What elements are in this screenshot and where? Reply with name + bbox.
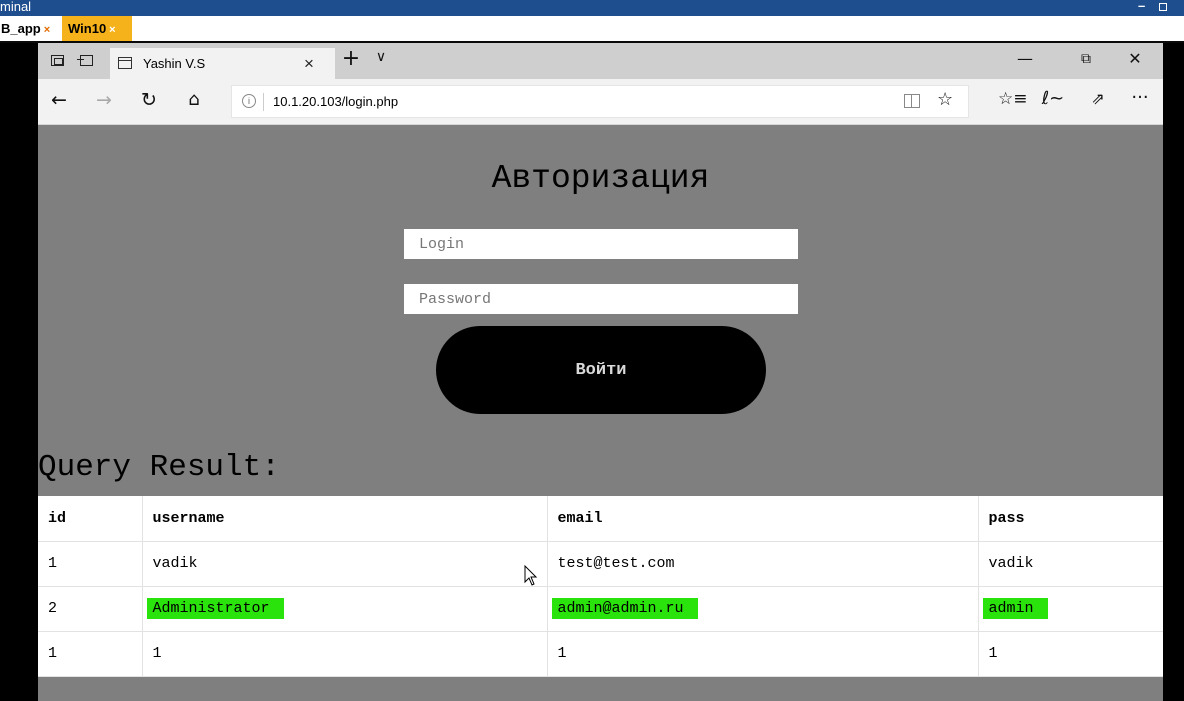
cell-username: Administrator bbox=[142, 586, 548, 632]
page-title: Авторизация bbox=[491, 160, 710, 197]
terminal-titlebar: minal – bbox=[0, 0, 1184, 16]
tab-preview-icon[interactable] bbox=[51, 55, 64, 66]
forward-icon[interactable]: → bbox=[92, 89, 116, 111]
browser-tab-active[interactable]: Yashin V.S × bbox=[110, 48, 335, 79]
close-window-button[interactable]: ✕ bbox=[1120, 49, 1150, 68]
cell-pass: admin bbox=[978, 586, 1163, 632]
address-bar[interactable]: i 10.1.20.103/login.php ☆ bbox=[231, 85, 969, 118]
home-icon[interactable]: ⌂ bbox=[182, 89, 206, 110]
terminal-tab-win10[interactable]: Win10 × bbox=[62, 16, 132, 41]
query-result-title: Query Result: bbox=[38, 450, 280, 485]
cell-id: 1 bbox=[38, 631, 143, 677]
chevron-down-icon[interactable]: ∨ bbox=[371, 49, 391, 65]
minimize-button[interactable]: — bbox=[1010, 49, 1040, 68]
new-tab-button[interactable]: + bbox=[338, 46, 364, 71]
tab-close-icon[interactable]: × bbox=[304, 48, 314, 79]
cell-email: 1 bbox=[547, 631, 979, 677]
divider bbox=[263, 93, 264, 111]
info-icon[interactable]: i bbox=[242, 94, 256, 108]
column-header-email: email bbox=[547, 496, 979, 542]
refresh-icon[interactable]: ↻ bbox=[137, 89, 161, 111]
terminal-minimize-button[interactable]: – bbox=[1138, 0, 1145, 14]
table-row: 1 vadik test@test.com vadik bbox=[38, 541, 1163, 587]
back-icon[interactable]: ← bbox=[47, 89, 71, 111]
column-header-pass: pass bbox=[978, 496, 1163, 542]
cell-pass: vadik bbox=[978, 541, 1163, 587]
page-content: Авторизация Войти Query Result: id usern… bbox=[38, 125, 1163, 701]
browser-navbar: ← → ↻ ⌂ i 10.1.20.103/login.php ☆ ☆≡ ℓ~ … bbox=[38, 79, 1163, 125]
cell-username: vadik bbox=[142, 541, 548, 587]
password-input[interactable] bbox=[404, 284, 798, 314]
highlighted-email: admin@admin.ru bbox=[551, 598, 698, 619]
login-input[interactable] bbox=[404, 229, 798, 259]
table-row: 1 1 1 1 bbox=[38, 631, 1163, 677]
cell-email: test@test.com bbox=[547, 541, 979, 587]
terminal-tab-label: B_app bbox=[1, 21, 41, 36]
terminal-maximize-button[interactable] bbox=[1159, 3, 1167, 11]
page-icon bbox=[118, 57, 132, 69]
set-tabs-aside-icon[interactable] bbox=[77, 55, 93, 66]
terminal-tab-close-icon[interactable]: × bbox=[44, 24, 50, 36]
browser-window: Yashin V.S × + ∨ — ⧉ ✕ ← → ↻ ⌂ i 10.1.20… bbox=[38, 43, 1163, 701]
browser-tabbar: Yashin V.S × + ∨ — ⧉ ✕ bbox=[38, 43, 1163, 79]
results-table: id username email pass 1 vadik test@test… bbox=[38, 496, 1163, 677]
favorites-icon[interactable]: ☆≡ bbox=[998, 89, 1027, 109]
terminal-tab-label: Win10 bbox=[68, 21, 107, 36]
login-button[interactable]: Войти bbox=[436, 326, 766, 414]
cell-email: admin@admin.ru bbox=[547, 586, 979, 632]
cell-id: 2 bbox=[38, 586, 143, 632]
cell-pass: 1 bbox=[978, 631, 1163, 677]
share-icon[interactable]: ⇗ bbox=[1086, 89, 1110, 108]
terminal-tab-close-icon[interactable]: × bbox=[109, 24, 115, 36]
column-header-id: id bbox=[38, 496, 143, 542]
terminal-title: minal bbox=[0, 0, 32, 14]
cell-username: 1 bbox=[142, 631, 548, 677]
terminal-tabbar: B_app × Win10 × bbox=[0, 16, 1184, 41]
terminal-tab-b-app[interactable]: B_app × bbox=[0, 16, 61, 41]
table-header-row: id username email pass bbox=[38, 496, 1163, 542]
highlighted-username: Administrator bbox=[146, 598, 284, 619]
more-icon[interactable]: ··· bbox=[1128, 87, 1152, 108]
browser-tab-title: Yashin V.S bbox=[143, 56, 206, 71]
restore-button[interactable]: ⧉ bbox=[1071, 51, 1101, 67]
reading-view-icon[interactable] bbox=[904, 94, 920, 108]
mouse-cursor-icon bbox=[524, 565, 538, 586]
cell-id: 1 bbox=[38, 541, 143, 587]
url-text[interactable]: 10.1.20.103/login.php bbox=[273, 86, 398, 117]
favorite-star-icon[interactable]: ☆ bbox=[937, 89, 953, 110]
column-header-username: username bbox=[142, 496, 548, 542]
table-row: 2 Administrator admin@admin.ru admin bbox=[38, 586, 1163, 632]
highlighted-pass: admin bbox=[982, 598, 1048, 619]
web-notes-icon[interactable]: ℓ~ bbox=[1040, 88, 1066, 109]
